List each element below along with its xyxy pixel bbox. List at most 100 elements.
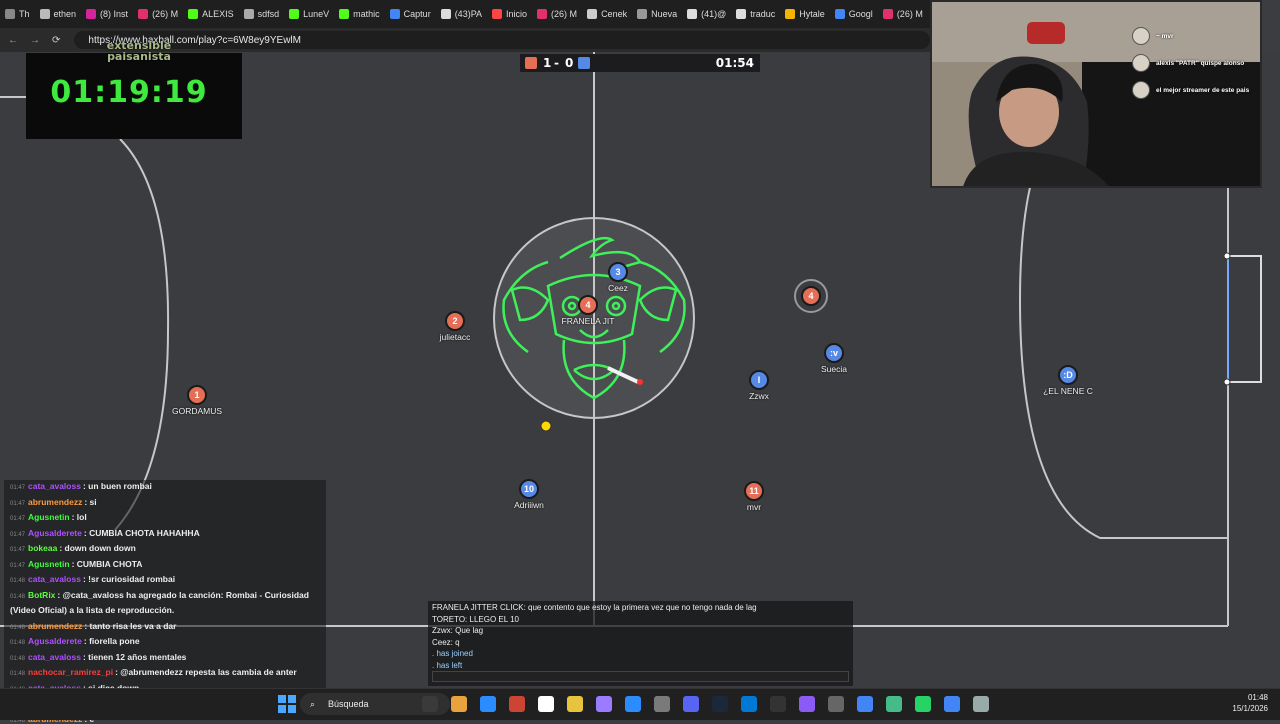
chat-username[interactable]: Agusnetin [28,559,70,569]
viewer-row: alexis "PATR" quispe alonso [1132,54,1260,72]
taskbar-app-icon[interactable] [741,696,757,712]
browser-tab[interactable]: Cenek [582,0,632,28]
chat-text: : un buen rombai [82,481,152,491]
game-chat-line: Ceez: q [432,637,460,647]
browser-tab[interactable]: Inicio [487,0,532,28]
taskbar-app-icon[interactable] [770,696,786,712]
taskbar-app-icon[interactable] [538,696,554,712]
taskbar-app-icon[interactable] [625,696,641,712]
chat-text: : @abrumendezz repesta las cambia de ant… [115,667,297,677]
taskbar-app-icon[interactable] [480,696,496,712]
browser-tab[interactable]: sdfsd [239,0,285,28]
taskbar-app-icon[interactable] [944,696,960,712]
browser-tab[interactable]: Hytale [780,0,830,28]
browser-tab[interactable]: (26) M [878,0,928,28]
player-disc: :D [1058,365,1078,385]
browser-tab[interactable]: ethen [35,0,82,28]
windows-start-icon[interactable] [278,695,296,713]
chat-message: 01:48 nachocar_ramirez_pi: @abrumendezz r… [10,667,322,677]
chat-username[interactable]: bokeaa [28,543,57,553]
chat-timestamp: 01:47 [10,516,26,522]
chat-username[interactable]: abrumendezz [28,497,82,507]
goal-post-top [1223,252,1231,260]
chat-message: 01:48 cata_avaloss: tienen 12 años mental… [10,652,322,662]
chat-username[interactable]: Agusalderete [28,528,82,538]
player-name: Adriiiwn [514,500,544,510]
chat-username[interactable]: cata_avaloss [28,652,81,662]
taskbar-app-icon[interactable] [886,696,902,712]
chat-timestamp: 01:48 [10,624,26,631]
red-score: 1 [543,56,552,70]
taskbar-app-icon[interactable] [654,696,670,712]
chat-message: 01:47 Agusnetin: CUMBIA CHOTA [10,559,322,569]
browser-tab[interactable]: ALEXIS [183,0,239,28]
tab-label: Th [19,9,30,19]
tab-favicon-icon [785,9,796,19]
tab-label: ALEXIS [202,9,234,19]
chat-timestamp: 01:48 [10,640,26,646]
taskbar-app-icon[interactable] [828,696,844,712]
clock-date: 15/1/2026 [1232,704,1268,713]
player-disc: 4 [578,295,598,315]
browser-tab[interactable]: (41)@ [682,0,731,28]
browser-tab[interactable]: (26) M [532,0,582,28]
tab-label: (26) M [896,9,923,19]
tab-favicon-icon [834,9,845,19]
tab-label: Captur [403,9,431,19]
game-chat-line: . has left [432,660,463,670]
taskbar-app-icon[interactable] [422,696,438,712]
player-name: GORDAMUS [171,406,223,416]
chat-text: : !sr curiosidad rombai [82,574,176,584]
browser-tab[interactable]: Googl [830,0,878,28]
game-chat-input[interactable] [432,671,849,682]
taskbar-app-icon[interactable] [596,696,612,712]
tab-favicon-icon [587,9,598,19]
taskbar-app-icon[interactable] [973,696,989,712]
game-chat-panel: FRANELA JITTER CLICK: que contento que e… [428,601,853,686]
forward-icon[interactable]: → [30,35,40,46]
back-icon[interactable]: ← [8,35,18,46]
chat-timestamp: 01:47 [10,531,26,538]
chat-text: : tanto risa les va a dar [84,620,177,631]
taskbar-app-icon[interactable] [567,696,583,712]
chat-username[interactable]: cata_avaloss [28,574,81,584]
chat-timestamp: 01:47 [10,547,26,553]
taskbar-app-icon[interactable] [712,696,728,712]
chat-message: 01:48 abrumendezz: tanto risa les va a da… [10,621,322,631]
chat-username[interactable]: abrumendezz [28,621,82,631]
viewer-name: alexis "PATR" quispe alonso [1156,59,1245,67]
chat-username[interactable]: BotRix [28,590,55,600]
browser-tab[interactable]: traduc [731,0,780,28]
chat-username[interactable]: nachocar_ramirez_pi [28,667,113,677]
browser-tab[interactable]: mathic [334,0,385,28]
tab-label: (8) Inst [100,9,129,19]
chat-timestamp: 01:47 [10,562,26,569]
avatar [1132,27,1150,45]
url-field[interactable]: https://www.haxball.com/play?c=6W8ey9YEw… [74,31,930,49]
taskbar-app-icon[interactable] [509,696,525,712]
tab-label: mathic [353,9,380,19]
browser-tab[interactable]: Captur [385,0,436,28]
taskbar-app-icon[interactable] [451,696,467,712]
watermark-logo: extensible paisanista [84,40,194,62]
browser-tab[interactable]: (26) M [133,0,183,28]
tab-label: Hytale [799,9,825,19]
chat-username[interactable]: Agusnetin [28,512,70,522]
taskbar-app-icon[interactable] [915,696,931,712]
browser-tab[interactable]: LuneV [284,0,334,28]
chat-username[interactable]: Agusalderete [28,636,82,646]
browser-tab[interactable]: Th [0,0,35,28]
taskbar-app-icon[interactable] [683,696,699,712]
browser-tab[interactable]: (43)PA [436,0,487,28]
taskbar-app-icon[interactable] [857,696,873,712]
browser-tab[interactable]: Nueva [632,0,682,28]
tab-favicon-icon [882,9,893,19]
blue-score: 0 [565,56,574,70]
tab-label: Googl [848,9,873,19]
browser-tab[interactable]: (8) Inst [81,0,133,28]
chat-text: : tienen 12 años mentales [82,651,187,662]
reload-icon[interactable]: ⟳ [52,35,60,46]
tab-label: LuneV [303,9,330,19]
taskbar-app-icon[interactable] [799,696,815,712]
chat-username[interactable]: cata_avaloss [28,481,81,491]
